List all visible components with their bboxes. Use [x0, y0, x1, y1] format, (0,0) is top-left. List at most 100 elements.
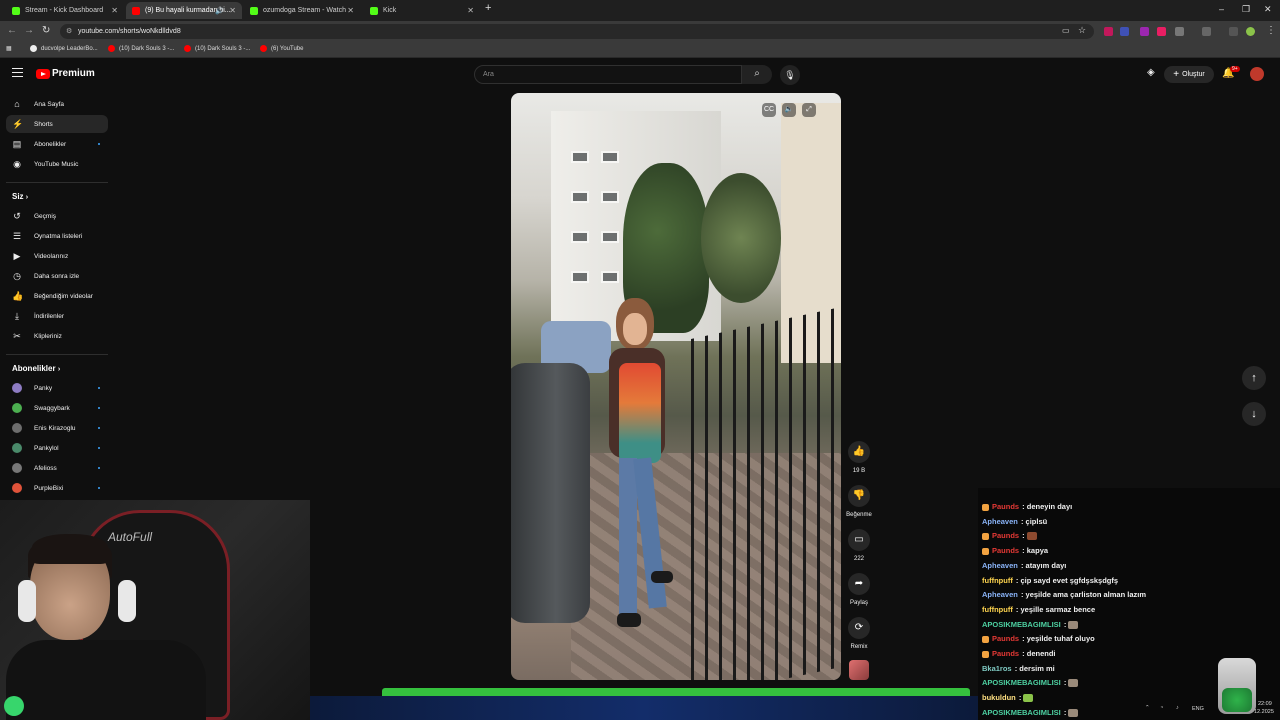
bookmark-item[interactable]: ducvolpe LeaderBo...	[30, 45, 98, 52]
fullscreen-icon[interactable]: ⤢	[802, 103, 816, 117]
chat-username[interactable]: Apheaven	[982, 590, 1018, 599]
tab-close-icon[interactable]: ✕	[229, 6, 236, 15]
bookmark-item[interactable]: (10) Dark Souls 3 -...	[184, 45, 250, 52]
captions-icon[interactable]: CC	[762, 103, 776, 117]
url-field[interactable]: ⚙ youtube.com/shorts/woNkdlldvd8	[60, 24, 1094, 39]
sidebar-item-your-videos[interactable]: ▶ Videolarınız	[6, 247, 108, 265]
sidebar-divider	[6, 354, 108, 355]
remix-button[interactable]: ⟳ Remix	[845, 617, 873, 650]
like-button[interactable]: 👍 19 B	[845, 441, 873, 474]
minimize-icon[interactable]: –	[1219, 4, 1224, 14]
side-panel-icon[interactable]	[1202, 27, 1211, 36]
previous-short-button[interactable]: ↑	[1242, 366, 1266, 390]
sidebar-channel-pankylol[interactable]: Pankylol	[6, 439, 108, 457]
account-avatar[interactable]	[1250, 67, 1264, 81]
tab-ozumdoga-stream[interactable]: ozumdoga Stream - Watch ✕	[244, 2, 360, 19]
sidebar-item-shorts[interactable]: ⚡ Shorts	[6, 115, 108, 133]
forward-icon[interactable]: →	[24, 25, 34, 36]
sidebar-section-you[interactable]: Siz ›	[12, 192, 28, 201]
clock-time[interactable]: 22:09	[1258, 701, 1272, 707]
browser-menu-icon[interactable]: ⋮	[1266, 25, 1276, 36]
back-icon[interactable]: ←	[7, 25, 17, 36]
shorts-video-player[interactable]	[511, 93, 841, 680]
clock-date[interactable]: 12.2025	[1254, 709, 1274, 715]
tray-chevron-icon[interactable]: ⌃	[1145, 705, 1150, 711]
reload-icon[interactable]: ↻	[42, 25, 50, 36]
tab-youtube-short[interactable]: (9) Bu hayali kurmadan bi... 🔊 ✕	[126, 2, 242, 19]
sidebar-item-watch-later[interactable]: ◷ Daha sonra izle	[6, 267, 108, 285]
chat-text: atayım dayı	[1025, 560, 1067, 570]
chat-username[interactable]: Bka1ros	[982, 664, 1012, 673]
chat-username[interactable]: Paunds	[992, 634, 1019, 643]
sidebar-section-subscriptions[interactable]: Abonelikler ›	[12, 364, 60, 373]
green-progress-bar	[382, 688, 970, 696]
chat-username[interactable]: APOSIKMEBAGIMLISI	[982, 678, 1061, 687]
chat-username[interactable]: Paunds	[992, 502, 1019, 511]
tab-kick[interactable]: Kick ✕	[364, 2, 480, 19]
sidebar-item-liked-videos[interactable]: 👍 Beğendiğim videolar	[6, 287, 108, 305]
extension-icon[interactable]	[1157, 27, 1166, 36]
sidebar-item-history[interactable]: ↺ Geçmiş	[6, 207, 108, 225]
language-indicator[interactable]: ENG	[1192, 706, 1204, 712]
sidebar-item-subscriptions[interactable]: ▤ Abonelikler	[6, 135, 108, 153]
create-button[interactable]: + Oluştur	[1164, 66, 1214, 83]
sidebar-item-youtube-music[interactable]: ◉ YouTube Music	[6, 155, 108, 173]
extensions-puzzle-icon[interactable]	[1175, 27, 1184, 36]
extension-icon[interactable]	[1140, 27, 1149, 36]
sidebar-channel-purplebixi[interactable]: PurpleBixi	[6, 479, 108, 497]
sidebar-item-playlists[interactable]: ☰ Oynatma listeleri	[6, 227, 108, 245]
bookmark-item[interactable]: (6) YouTube	[260, 45, 303, 52]
chat-username[interactable]: APOSIKMEBAGIMLISI	[982, 620, 1061, 629]
sound-thumbnail[interactable]	[849, 660, 869, 680]
comments-button[interactable]: ▭ 222	[845, 529, 873, 562]
sidebar-channel-enis-kirazoglu[interactable]: Enis Kirazoglu	[6, 419, 108, 437]
chat-username[interactable]: Apheaven	[982, 561, 1018, 570]
cast-icon[interactable]: ◈	[1147, 67, 1155, 78]
sidebar-item-clips[interactable]: ✂ Klipleriniz	[6, 327, 108, 345]
sidebar-item-downloads[interactable]: ⤓ İndirilenler	[6, 307, 108, 325]
chat-username[interactable]: Paunds	[992, 531, 1019, 540]
tab-kick-dashboard[interactable]: Stream - Kick Dashboard ✕	[6, 2, 124, 19]
chat-username[interactable]: Paunds	[992, 546, 1019, 555]
bookmark-item[interactable]: (10) Dark Souls 3 -...	[108, 45, 174, 52]
youtube-brand-label[interactable]: Premium	[52, 68, 95, 79]
restore-icon[interactable]: ❐	[1242, 4, 1250, 15]
downloads-icon[interactable]	[1229, 27, 1238, 36]
extension-icon[interactable]	[1104, 27, 1113, 36]
volume-icon[interactable]: 🔈	[782, 103, 796, 117]
video-person-leg	[619, 458, 637, 618]
hamburger-menu-icon[interactable]	[12, 68, 23, 77]
volume-tray-icon[interactable]: ♪	[1176, 705, 1179, 711]
speaker-icon[interactable]: 🔊	[215, 7, 224, 15]
install-icon[interactable]: ▭	[1062, 26, 1070, 35]
sidebar-channel-swaggybark[interactable]: Swaggybark	[6, 399, 108, 417]
share-button[interactable]: ➦ Paylaş	[845, 573, 873, 606]
extension-icon[interactable]	[1120, 27, 1129, 36]
tab-close-icon[interactable]: ✕	[467, 6, 474, 15]
site-info-icon[interactable]: ⚙	[66, 24, 72, 39]
bookmark-star-icon[interactable]: ☆	[1078, 25, 1086, 36]
search-input[interactable]: Ara	[474, 65, 742, 84]
sidebar-channel-panky[interactable]: Panky	[6, 379, 108, 397]
apps-grid-icon[interactable]: ▦	[6, 45, 12, 52]
search-button[interactable]: ⌕	[742, 65, 772, 84]
close-window-icon[interactable]: ✕	[1264, 4, 1272, 15]
youtube-logo-icon[interactable]	[36, 69, 50, 79]
dislike-button[interactable]: 👎 Beğenme	[845, 485, 873, 518]
sidebar-channel-afelioss[interactable]: Afelioss	[6, 459, 108, 477]
network-icon[interactable]: ◔	[1160, 705, 1163, 711]
next-short-button[interactable]: ↓	[1242, 402, 1266, 426]
streamer-body	[6, 640, 206, 720]
tab-close-icon[interactable]: ✕	[347, 6, 354, 15]
chat-username[interactable]: fuffnpuff	[982, 576, 1013, 585]
chat-username[interactable]: Paunds	[992, 649, 1019, 658]
chat-username[interactable]: fuffnpuff	[982, 605, 1013, 614]
profile-avatar-icon[interactable]	[1246, 27, 1255, 36]
chat-username[interactable]: APOSIKMEBAGIMLISI	[982, 708, 1061, 717]
sidebar-item-home[interactable]: ⌂ Ana Sayfa	[6, 95, 108, 113]
tab-close-icon[interactable]: ✕	[111, 6, 118, 15]
voice-search-button[interactable]: 🎙	[780, 65, 800, 85]
chat-username[interactable]: Apheaven	[982, 517, 1018, 526]
new-tab-icon[interactable]: +	[485, 2, 491, 14]
chat-username[interactable]: bukuldun	[982, 693, 1016, 702]
